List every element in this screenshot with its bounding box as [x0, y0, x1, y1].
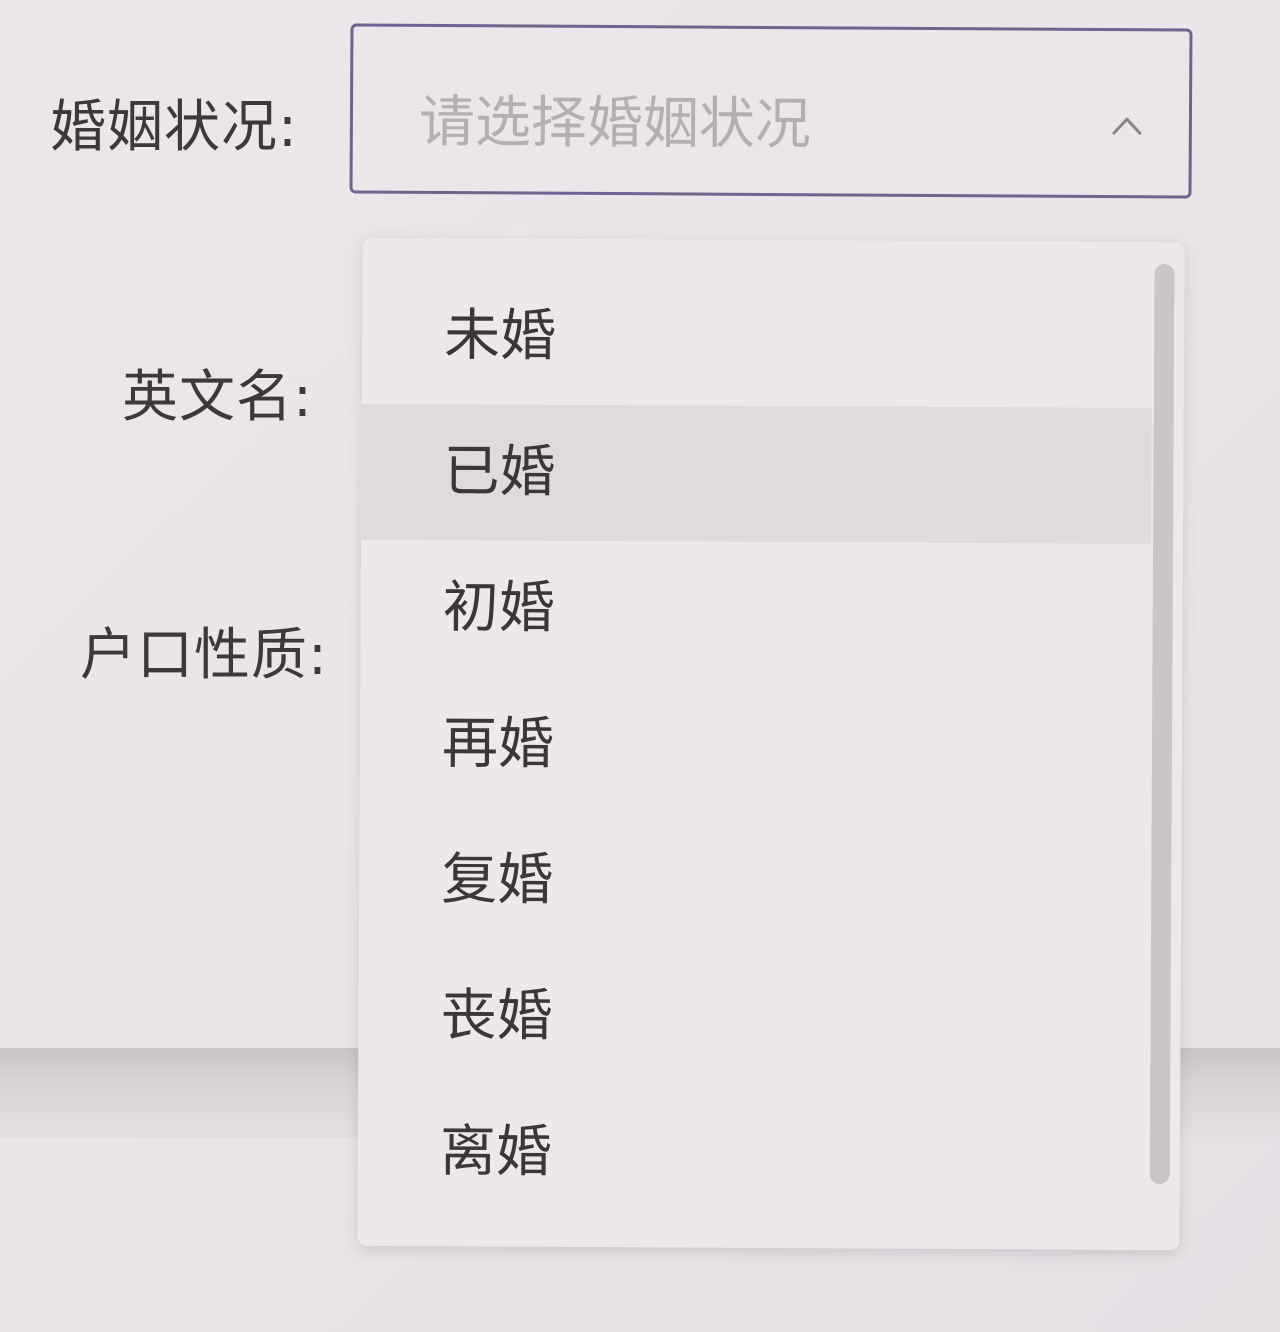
- option-remarried-same-spouse[interactable]: 复婚: [359, 812, 1150, 952]
- option-widowed[interactable]: 丧婚: [358, 948, 1149, 1088]
- option-list: 未婚 已婚 初婚 再婚 复婚 丧婚 离婚 未说明的婚姻状况: [357, 268, 1152, 1250]
- option-divorced[interactable]: 离婚: [358, 1084, 1149, 1224]
- english-name-label: 英文名:: [122, 365, 313, 430]
- select-placeholder: 请选择婚姻状况: [418, 89, 812, 158]
- marital-status-select[interactable]: 请选择婚姻状况: [349, 23, 1193, 199]
- hukou-type-label: 户口性质:: [80, 623, 328, 688]
- option-remarried[interactable]: 再婚: [360, 676, 1151, 816]
- dropdown-caret: [500, 222, 536, 240]
- marital-status-label: 婚姻状况:: [50, 95, 298, 160]
- chevron-up-icon[interactable]: [1111, 109, 1143, 141]
- option-unmarried[interactable]: 未婚: [362, 268, 1153, 408]
- marital-status-dropdown: 未婚 已婚 初婚 再婚 复婚 丧婚 离婚 未说明的婚姻状况: [357, 237, 1185, 1251]
- scrollbar-thumb[interactable]: [1149, 264, 1175, 1185]
- option-first-marriage[interactable]: 初婚: [360, 540, 1151, 680]
- option-unspecified[interactable]: 未说明的婚姻状况: [357, 1220, 1147, 1250]
- option-married[interactable]: 已婚: [361, 403, 1152, 544]
